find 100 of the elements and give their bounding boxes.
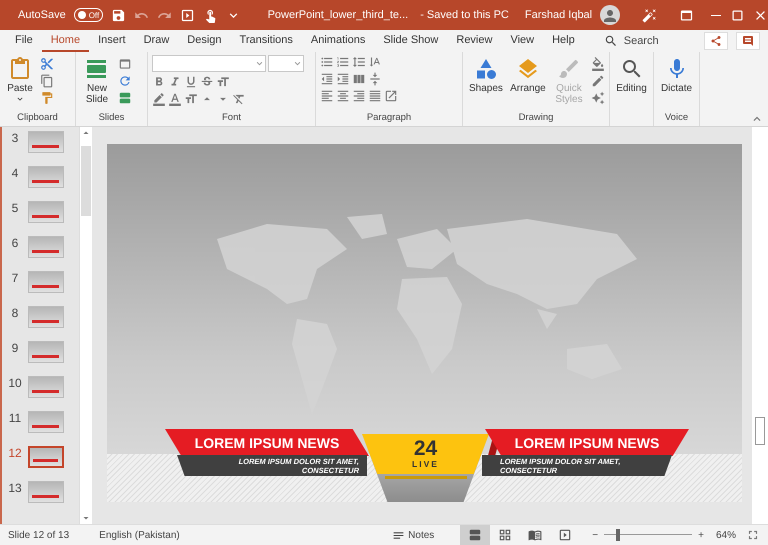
- ribbon-tab[interactable]: Insert: [89, 30, 135, 52]
- slide-number: 11: [8, 411, 22, 425]
- zoom-in-button[interactable]: +: [692, 525, 710, 545]
- language: English (Pakistan): [99, 530, 180, 540]
- avatar[interactable]: [600, 5, 620, 25]
- file-name: PowerPoint_lower_third_te...: [268, 9, 408, 21]
- slide-number: 6: [10, 236, 20, 250]
- slide-number: 7: [10, 271, 20, 285]
- fit-slide-icon[interactable]: [746, 528, 760, 542]
- zoom-slider-thumb[interactable]: [616, 529, 620, 541]
- slide-thumbnail[interactable]: [28, 411, 64, 433]
- clear-formatting-icon[interactable]: [232, 92, 246, 106]
- slide-number: 8: [10, 306, 20, 320]
- scrollbar[interactable]: [752, 127, 768, 524]
- group-label: Slides: [98, 112, 126, 125]
- slide-number: 4: [10, 166, 20, 180]
- section-icon[interactable]: [118, 91, 132, 105]
- columns-icon[interactable]: [352, 72, 366, 86]
- headline: LOREM IPSUM NEWS: [194, 434, 340, 450]
- user-name: Farshad Iqbal: [524, 9, 592, 21]
- save-status: - Saved to this PC: [420, 9, 509, 21]
- drawing-button[interactable]: Shapes: [467, 55, 505, 112]
- comment-icon: [742, 35, 754, 47]
- bullets-icon[interactable]: [320, 55, 334, 69]
- autosave-toggle[interactable]: Off: [74, 8, 104, 22]
- align-center-icon[interactable]: [336, 89, 350, 103]
- notes-button[interactable]: Notes: [386, 525, 440, 545]
- change-case-icon[interactable]: [184, 92, 198, 106]
- slide-thumbnail[interactable]: [28, 481, 64, 503]
- slide-number: 10: [7, 376, 23, 390]
- presentation-icon[interactable]: [180, 8, 196, 22]
- fill-icon[interactable]: [591, 57, 605, 71]
- reset-icon[interactable]: [118, 74, 132, 88]
- drawing-button[interactable]: Arrange: [508, 55, 547, 112]
- search-icon: [604, 34, 618, 48]
- ribbon-tab[interactable]: Slide Show: [374, 30, 448, 52]
- scrollbar-thumb[interactable]: [81, 146, 91, 216]
- ribbon-tab[interactable]: Transitions: [230, 30, 302, 52]
- outline-icon[interactable]: [591, 74, 605, 88]
- touch-icon[interactable]: [203, 8, 218, 22]
- ribbon-tab[interactable]: View: [501, 30, 544, 52]
- text-direction-icon[interactable]: [368, 55, 382, 69]
- align-left-icon[interactable]: [320, 89, 334, 103]
- cut-icon[interactable]: [40, 57, 54, 71]
- font-name-field[interactable]: [152, 55, 266, 72]
- slide-count: Slide 12 of 13: [8, 530, 70, 540]
- dictate-button[interactable]: Dictate: [658, 55, 695, 112]
- slideshow-view-icon: [558, 528, 572, 542]
- effects-icon[interactable]: [591, 91, 605, 105]
- scrollbar[interactable]: [79, 127, 92, 524]
- numbering-icon[interactable]: [336, 55, 350, 69]
- ribbon-tab[interactable]: File: [6, 30, 42, 52]
- ribbon-tab[interactable]: Draw: [134, 30, 178, 52]
- group-label: Clipboard: [16, 112, 59, 125]
- slide-thumbnail[interactable]: [28, 271, 64, 293]
- slide-number: 5: [10, 201, 20, 215]
- paste-button[interactable]: Paste: [4, 55, 36, 112]
- ribbon-tab[interactable]: Review: [447, 30, 502, 52]
- headline: LOREM IPSUM NEWS: [514, 434, 660, 450]
- decrease-indent-icon[interactable]: [320, 72, 334, 86]
- slide-thumbnail[interactable]: [28, 376, 64, 398]
- line-spacing-icon[interactable]: [352, 55, 366, 69]
- zoom-percent: 64%: [716, 530, 736, 540]
- view-button[interactable]: [460, 525, 490, 545]
- layout-icon[interactable]: [118, 57, 132, 71]
- highlighter-icon[interactable]: [152, 92, 166, 106]
- ribbon-tab[interactable]: Design: [178, 30, 231, 52]
- new-slide-button[interactable]: New Slide: [80, 55, 114, 112]
- live-label: LIVE: [412, 459, 439, 469]
- align-right-icon[interactable]: [352, 89, 366, 103]
- comments-button[interactable]: [736, 32, 760, 50]
- slide-thumbnail[interactable]: [28, 306, 64, 328]
- increase-indent-icon[interactable]: [336, 72, 350, 86]
- ribbon-display-icon[interactable]: [679, 8, 694, 22]
- underline-icon[interactable]: [184, 75, 198, 89]
- scrollbar-thumb[interactable]: [755, 417, 765, 445]
- smartart-icon[interactable]: [384, 89, 398, 103]
- slide-thumbnail[interactable]: [28, 341, 64, 363]
- wand-icon[interactable]: [642, 8, 658, 22]
- slide-thumbnail[interactable]: [28, 131, 64, 153]
- search-field[interactable]: Search: [598, 33, 665, 49]
- copy-icon[interactable]: [40, 74, 54, 88]
- slide-thumbnail[interactable]: [28, 166, 64, 188]
- format-painter-icon[interactable]: [40, 91, 54, 105]
- font-size-field[interactable]: [268, 55, 304, 72]
- justify-icon[interactable]: [368, 89, 382, 103]
- character-spacing-icon[interactable]: [216, 75, 230, 89]
- save-icon[interactable]: [111, 8, 126, 22]
- slide-thumbnail[interactable]: [28, 446, 64, 468]
- editing-button[interactable]: Editing: [614, 55, 649, 126]
- ribbon-tab[interactable]: Animations: [302, 30, 374, 52]
- ribbon-tab[interactable]: Help: [543, 30, 584, 52]
- align-text-icon[interactable]: [368, 72, 382, 86]
- share-button[interactable]: [704, 32, 728, 50]
- normal-view-icon: [468, 528, 482, 542]
- slide-thumbnail[interactable]: [28, 236, 64, 258]
- slide-thumbnail[interactable]: [28, 201, 64, 223]
- font-color-icon[interactable]: [168, 92, 182, 106]
- group-label: Paragraph: [366, 112, 412, 125]
- zoom-out-button[interactable]: −: [586, 525, 604, 545]
